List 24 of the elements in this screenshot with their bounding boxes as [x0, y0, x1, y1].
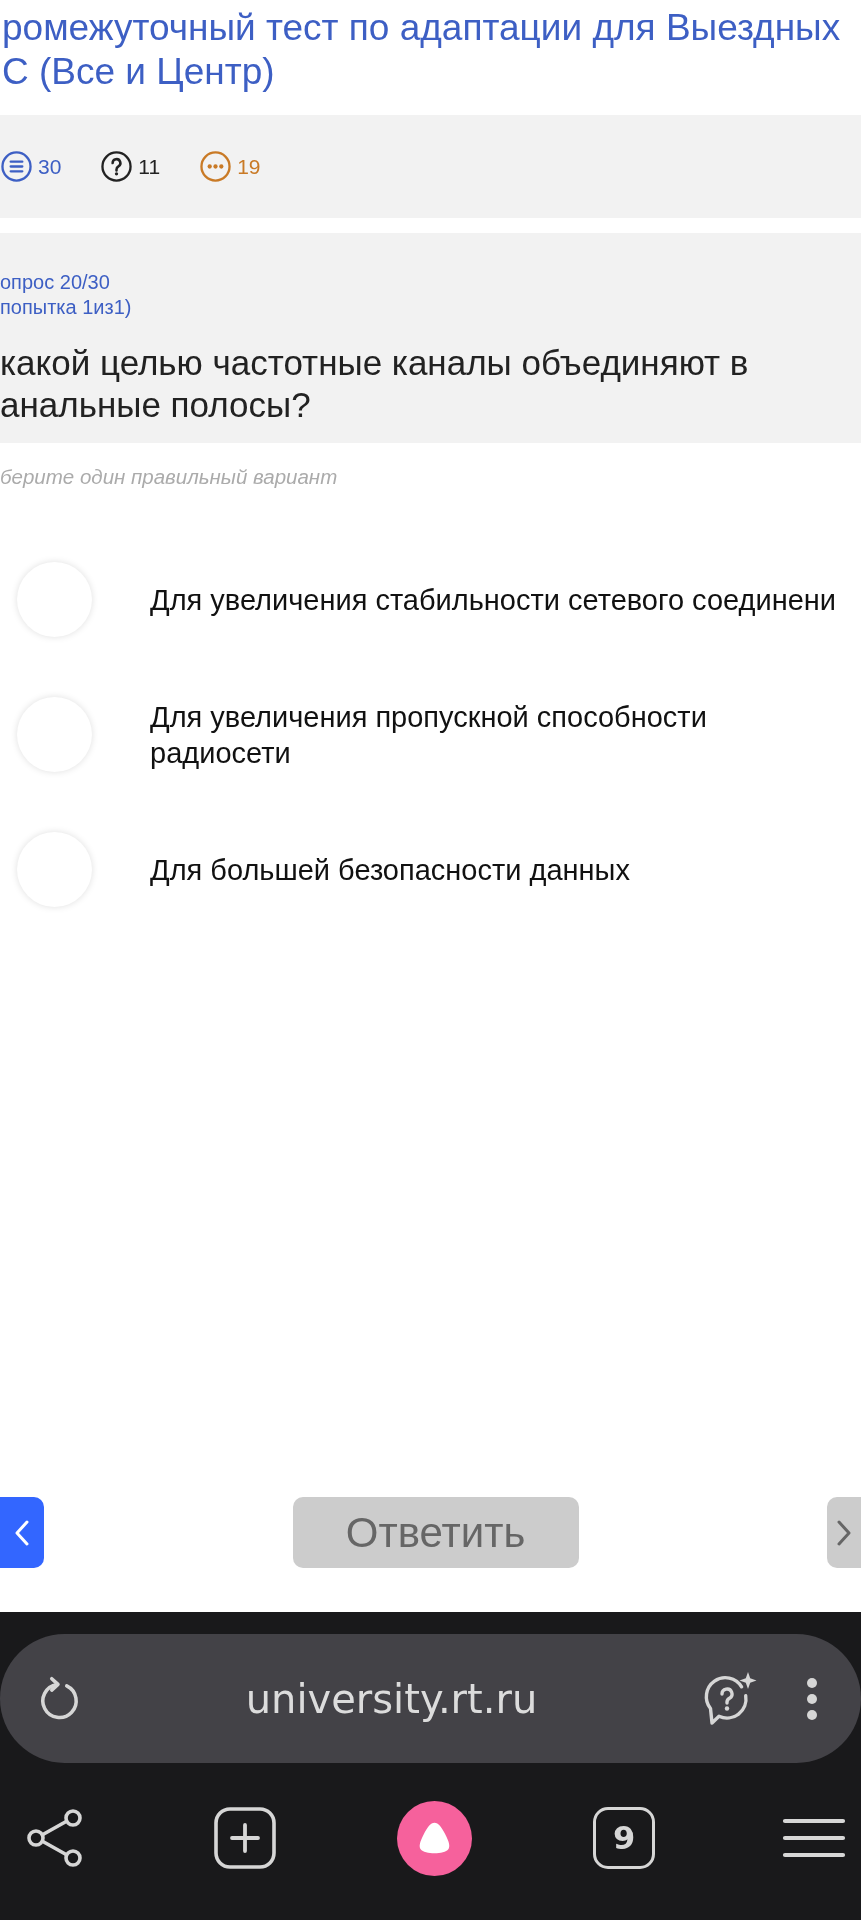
option-label[interactable]: Для увеличения стабильности сетевого соединени [150, 581, 837, 618]
chevron-left-icon [15, 1519, 29, 1546]
stat-count: 11 [138, 153, 161, 180]
assistant-icon[interactable] [397, 1800, 472, 1876]
question-counter: опрос 20/30 [0, 270, 110, 295]
question-text: анальные полосы? [0, 384, 311, 426]
more-icon[interactable] [806, 1676, 818, 1721]
new-tab-icon[interactable] [213, 1807, 276, 1869]
share-icon[interactable] [26, 1808, 84, 1868]
chevron-right-icon [837, 1519, 851, 1546]
stat-count: 30 [38, 153, 62, 180]
instruction-text: берите один правильный вариант [0, 464, 338, 490]
attempt-counter: попытка 1из1) [0, 295, 132, 320]
tabs-button[interactable]: 9 [593, 1807, 656, 1869]
address-bar[interactable]: university.rt.ru [0, 1634, 861, 1763]
back-button[interactable] [0, 1497, 44, 1568]
url-text: university.rt.ru [245, 1675, 538, 1722]
question-text: какой целью частотные каналы объединяют в [0, 342, 749, 384]
option-label[interactable]: Для увеличения пропускной способности радиосети [150, 698, 850, 771]
title-line: С (Все и Центр) [2, 50, 275, 94]
option-label[interactable]: Для большей безопасности данных [150, 851, 630, 888]
title-line: ромежуточный тест по адаптации для Выездных [2, 6, 841, 50]
stat-count: 19 [237, 153, 261, 180]
menu-icon[interactable] [782, 1817, 846, 1859]
